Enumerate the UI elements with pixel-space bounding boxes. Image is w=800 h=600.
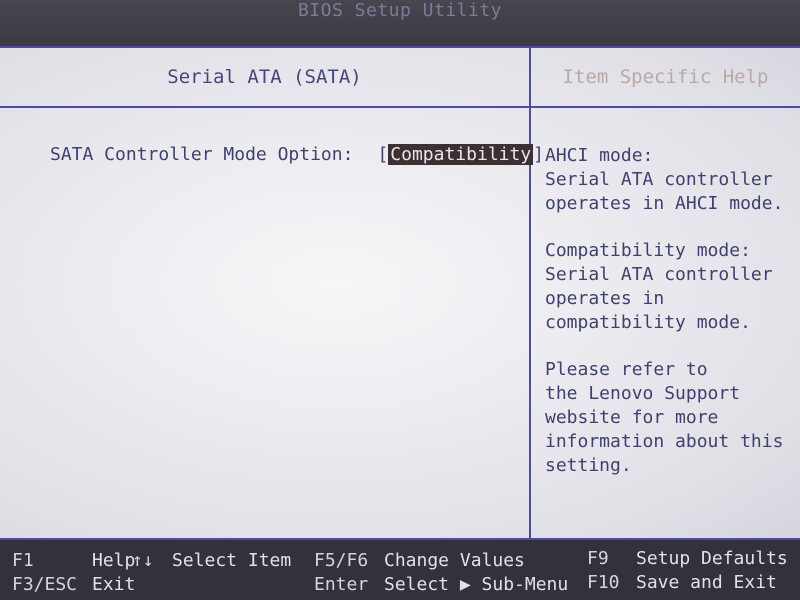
help-paragraph-support: Please refer to the Lenovo Support websi… bbox=[545, 358, 790, 478]
help-line: operates in AHCI mode. bbox=[545, 193, 784, 214]
selected-value[interactable]: Compatibility bbox=[388, 144, 534, 165]
help-paragraph-ahci: AHCI mode: Serial ATA controller operate… bbox=[545, 144, 790, 216]
close-bracket: ] bbox=[533, 144, 545, 165]
key-arrows-up-down[interactable]: ↑↓ bbox=[132, 550, 154, 571]
change-values-label: Change Values bbox=[384, 550, 525, 571]
select-submenu-label: Select ▶ Sub-Menu bbox=[384, 574, 569, 595]
vertical-divider bbox=[529, 48, 531, 538]
title-bar: BIOS Setup Utility bbox=[0, 0, 800, 46]
key-f9[interactable]: F9 bbox=[587, 548, 609, 569]
key-f5-f6[interactable]: F5/F6 bbox=[314, 550, 368, 571]
key-legend-footer: F1 Help ↑↓ Select Item F5/F6 Change Valu… bbox=[0, 540, 800, 600]
help-line: operates in bbox=[545, 288, 665, 309]
sata-mode-option-row[interactable]: SATA Controller Mode Option: [Compatibil… bbox=[50, 144, 544, 165]
sata-mode-option-label: SATA Controller Mode Option: bbox=[50, 144, 354, 165]
key-f1[interactable]: F1 bbox=[12, 550, 34, 571]
window-title: BIOS Setup Utility bbox=[297, 0, 503, 21]
help-line: Compatibility mode: bbox=[545, 240, 751, 261]
select-item-label: Select Item bbox=[172, 550, 292, 571]
help-paragraph-compatibility: Compatibility mode: Serial ATA controlle… bbox=[545, 239, 790, 335]
main-panel: Serial ATA (SATA) Item Specific Help SAT… bbox=[0, 46, 800, 540]
help-line: setting. bbox=[545, 455, 632, 476]
key-enter[interactable]: Enter bbox=[314, 574, 368, 595]
help-line: compatibility mode. bbox=[545, 312, 751, 333]
help-line: AHCI mode: bbox=[545, 145, 654, 166]
setup-defaults-label: Setup Defaults bbox=[636, 548, 788, 569]
exit-label: Exit bbox=[92, 574, 136, 595]
help-line: information about this bbox=[545, 431, 784, 452]
help-line: website for more bbox=[545, 407, 719, 428]
save-and-exit-label: Save and Exit bbox=[636, 572, 777, 593]
help-line: Serial ATA controller bbox=[545, 169, 773, 190]
key-f3-esc[interactable]: F3/ESC bbox=[12, 574, 77, 595]
help-line: the Lenovo Support bbox=[545, 383, 741, 404]
item-help-text: AHCI mode: Serial ATA controller operate… bbox=[545, 144, 790, 501]
help-title: Item Specific Help bbox=[562, 66, 769, 88]
help-line: Please refer to bbox=[545, 359, 708, 380]
key-f10[interactable]: F10 bbox=[587, 572, 620, 593]
sata-mode-option-value[interactable]: [Compatibility] bbox=[377, 144, 544, 165]
help-line: Serial ATA controller bbox=[545, 264, 773, 285]
open-bracket: [ bbox=[377, 144, 389, 165]
horizontal-divider bbox=[0, 106, 800, 108]
section-title: Serial ATA (SATA) bbox=[167, 66, 362, 88]
help-label: Help bbox=[92, 550, 136, 571]
